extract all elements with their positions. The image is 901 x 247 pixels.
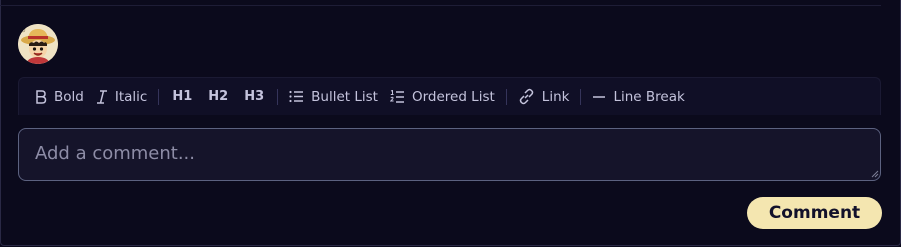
link-label: Link <box>541 88 570 105</box>
link-icon <box>518 88 535 105</box>
line-break-button[interactable]: Line Break <box>586 82 690 112</box>
resize-handle-icon[interactable] <box>870 169 879 178</box>
comment-submit-button[interactable]: Comment <box>747 197 882 229</box>
bold-icon <box>35 89 47 104</box>
italic-icon <box>96 89 108 104</box>
bold-label: Bold <box>54 88 84 105</box>
bold-button[interactable]: Bold <box>29 82 90 112</box>
toolbar-separator <box>158 88 160 105</box>
toolbar-separator <box>277 88 279 105</box>
toolbar-separator <box>580 88 582 105</box>
ordered-list-button[interactable]: Ordered List <box>384 82 501 112</box>
italic-label: Italic <box>114 88 148 105</box>
bullet-list-label: Bullet List <box>311 88 378 105</box>
avatar <box>18 24 58 64</box>
straw-hat-character-avatar-icon <box>18 24 58 64</box>
line-break-label: Line Break <box>613 88 685 105</box>
heading-1-button[interactable]: H1 <box>164 82 200 112</box>
bullet-list-icon <box>289 90 304 103</box>
horizontal-rule-icon <box>592 95 606 99</box>
divider <box>0 5 881 6</box>
heading-3-button[interactable]: H3 <box>236 82 272 112</box>
ordered-list-icon <box>389 89 405 104</box>
formatting-toolbar: Bold Italic H1 H2 H3 Bullet List Ordered… <box>18 77 881 115</box>
toolbar-separator <box>505 88 507 105</box>
comment-input[interactable] <box>18 128 881 181</box>
italic-button[interactable]: Italic <box>90 82 153 112</box>
bullet-list-button[interactable]: Bullet List <box>283 82 384 112</box>
ordered-list-label: Ordered List <box>411 88 495 105</box>
link-button[interactable]: Link <box>512 82 576 112</box>
heading-2-button[interactable]: H2 <box>200 82 236 112</box>
